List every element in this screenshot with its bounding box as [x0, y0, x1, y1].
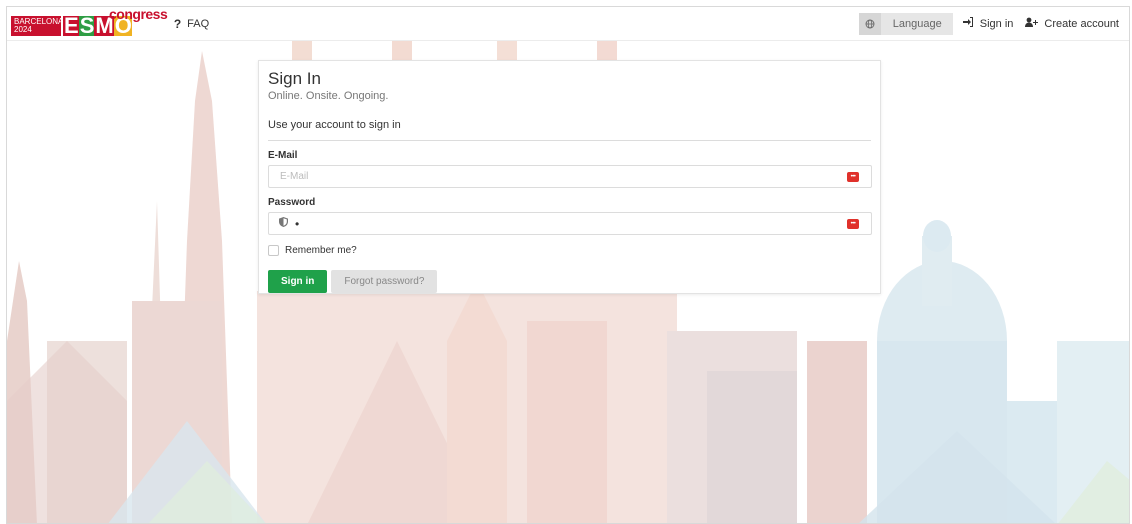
- password-label: Password: [268, 197, 316, 208]
- password-manager-icon[interactable]: •••: [847, 219, 859, 229]
- email-input-box: •••: [268, 165, 872, 188]
- nav-signin-label: Sign in: [979, 17, 1014, 30]
- top-navbar: BARCELONA 2024 E S M O congress ? FAQ La…: [7, 7, 1129, 41]
- page-frame: BARCELONA 2024 E S M O congress ? FAQ La…: [6, 6, 1130, 524]
- password-manager-icon[interactable]: •••: [847, 172, 859, 182]
- logo-letter: E: [63, 12, 79, 38]
- create-account-label: Create account: [1044, 17, 1119, 30]
- sign-in-button[interactable]: Sign in: [268, 270, 328, 293]
- language-label: Language: [892, 17, 942, 30]
- email-field[interactable]: [269, 166, 871, 187]
- logo-city-year: 2024: [14, 24, 32, 34]
- logo-congress-text: congress: [109, 6, 168, 22]
- logo-letter: S: [78, 12, 95, 38]
- password-field[interactable]: • •••: [268, 212, 872, 235]
- nav-signin-link[interactable]: Sign in: [962, 17, 1014, 30]
- divider: [268, 140, 871, 141]
- navbar-right-group: Language Sign in Create account: [858, 7, 1129, 40]
- email-label: E-Mail: [268, 150, 298, 161]
- question-icon: ?: [173, 16, 182, 31]
- page-title: Sign In: [268, 69, 321, 88]
- card-subtitle: Online. Onsite. Ongoing.: [268, 90, 389, 102]
- add-user-icon: [1025, 17, 1039, 30]
- esmo-congress-logo[interactable]: BARCELONA 2024 E S M O congress: [11, 7, 168, 38]
- remember-me-checkbox[interactable]: [268, 245, 279, 256]
- globe-icon: [858, 12, 881, 35]
- password-value: •: [295, 216, 300, 231]
- sign-in-card: Sign In Online. Onsite. Ongoing. Use you…: [258, 60, 881, 294]
- sign-in-icon: [962, 17, 974, 30]
- faq-link[interactable]: ? FAQ: [174, 17, 209, 31]
- remember-me-row[interactable]: Remember me?: [268, 245, 871, 256]
- shield-icon: [279, 217, 288, 230]
- sign-in-hint: Use your account to sign in: [268, 119, 401, 131]
- forgot-password-button[interactable]: Forgot password?: [331, 270, 438, 293]
- faq-label: FAQ: [187, 17, 210, 30]
- logo-city-badge: BARCELONA 2024: [11, 15, 63, 36]
- create-account-link[interactable]: Create account: [1025, 17, 1119, 30]
- language-selector[interactable]: Language: [858, 12, 953, 35]
- form-actions: Sign in Forgot password?: [268, 270, 871, 293]
- remember-me-label: Remember me?: [285, 245, 357, 256]
